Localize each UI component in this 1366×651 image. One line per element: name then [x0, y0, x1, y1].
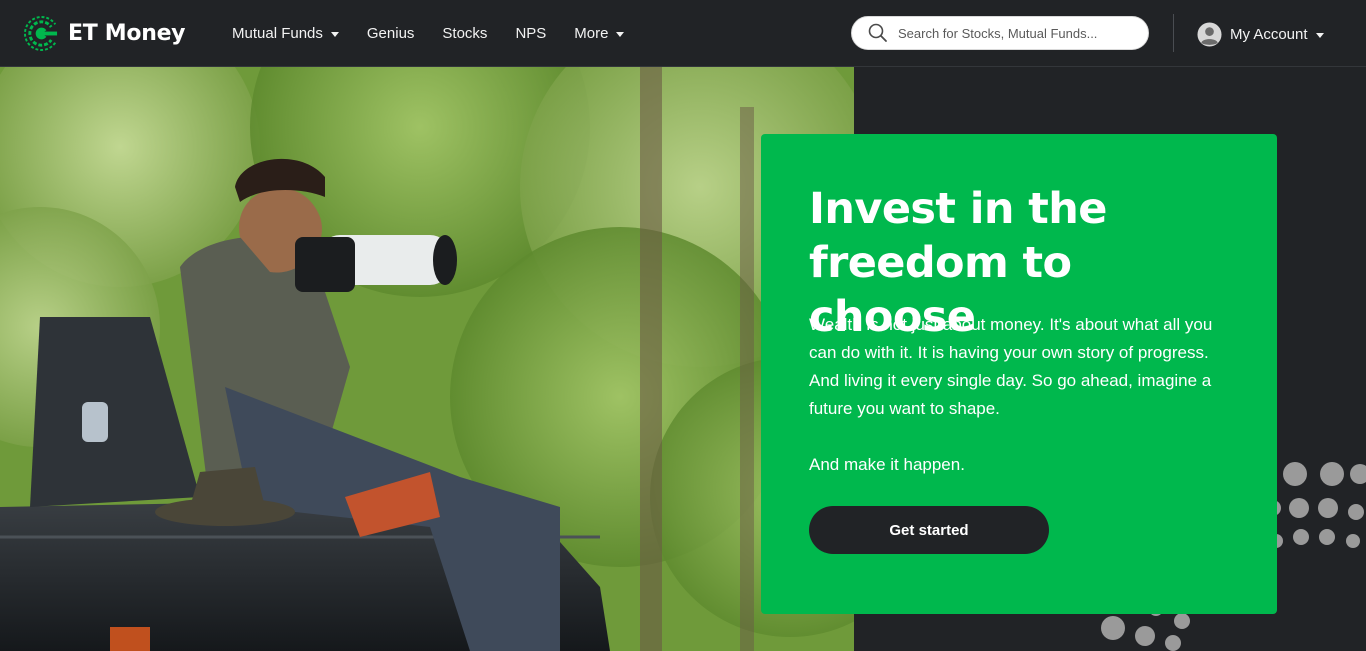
- et-money-logo[interactable]: ET Money: [24, 15, 186, 51]
- nav-item-mutual-funds[interactable]: Mutual Funds: [218, 14, 353, 54]
- top-navbar: ET Money Mutual Funds Genius Stocks NPS …: [0, 0, 1366, 67]
- nav-item-nps[interactable]: NPS: [501, 14, 560, 54]
- get-started-button[interactable]: Get started: [809, 506, 1049, 554]
- nav-item-label: NPS: [515, 25, 547, 42]
- chevron-down-icon: [1315, 32, 1324, 38]
- main-nav: Mutual Funds Genius Stocks NPS More: [218, 0, 638, 67]
- my-account-label: My Account: [1230, 25, 1308, 43]
- hero-description: Wealth is not just about money. It's abo…: [809, 315, 1213, 418]
- search-input[interactable]: [898, 25, 1138, 41]
- nav-item-label: More: [574, 25, 609, 42]
- nav-item-label: Genius: [366, 25, 415, 42]
- brand-name: ET Money: [68, 20, 186, 46]
- hero-photo-illustration: [0, 67, 854, 651]
- user-avatar-icon: [1197, 21, 1222, 47]
- et-money-logo-icon: [24, 15, 59, 51]
- hero-tagline: And make it happen.: [809, 455, 965, 474]
- search-bar[interactable]: [851, 16, 1149, 50]
- chevron-down-icon: [330, 32, 339, 37]
- nav-item-stocks[interactable]: Stocks: [428, 14, 501, 54]
- chevron-down-icon: [616, 32, 625, 37]
- my-account-menu[interactable]: My Account: [1197, 20, 1324, 48]
- nav-item-label: Mutual Funds: [232, 25, 323, 42]
- nav-item-label: Stocks: [442, 25, 488, 42]
- hero-card: Invest in the freedom to choose Wealth i…: [761, 134, 1277, 614]
- nav-item-genius[interactable]: Genius: [353, 14, 429, 54]
- hero-image: [0, 67, 854, 651]
- search-icon: [868, 23, 887, 42]
- header-divider: [1173, 14, 1174, 52]
- nav-item-more[interactable]: More: [560, 14, 638, 54]
